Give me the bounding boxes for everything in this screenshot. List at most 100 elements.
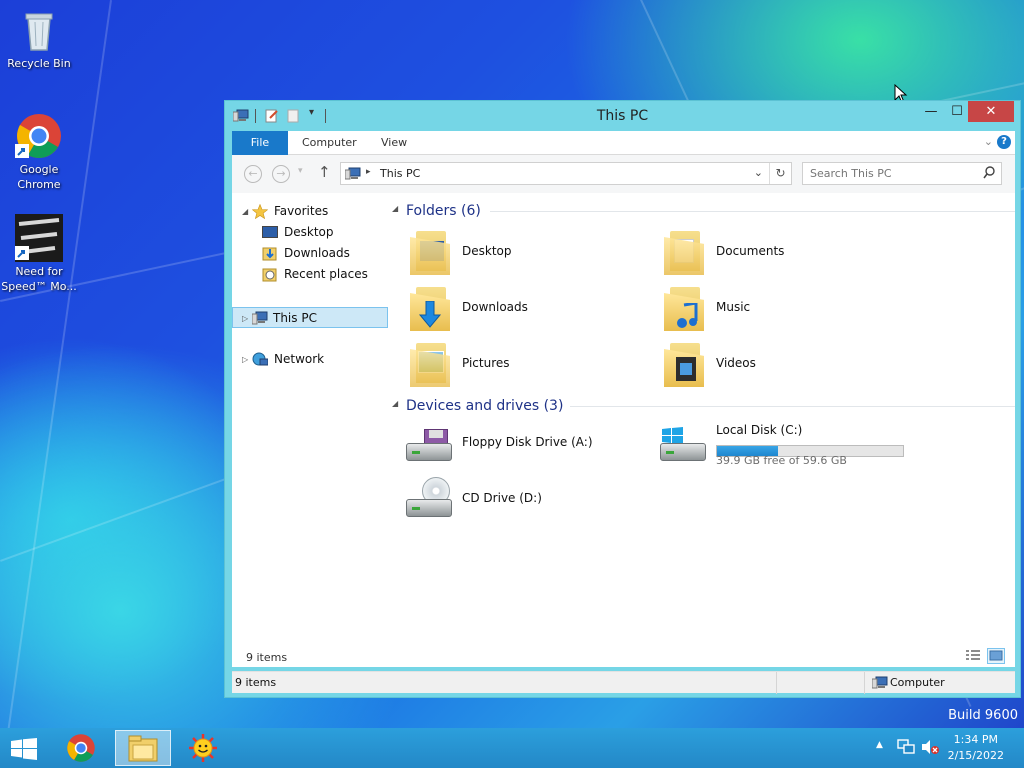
close-button[interactable]: ✕ [968, 101, 1014, 122]
up-button[interactable]: ↑ [318, 163, 331, 181]
chrome-icon [15, 112, 63, 160]
search-box[interactable] [802, 162, 1002, 185]
address-dropdown-icon[interactable]: ⌄ [754, 166, 763, 179]
folder-documents[interactable]: Documents [660, 227, 890, 277]
breadcrumb-this-pc[interactable]: This PC [380, 167, 420, 180]
drive-label: Local Disk (C:) [716, 423, 803, 437]
network-icon [252, 352, 268, 366]
expand-arrow-icon[interactable]: ▷ [242, 349, 248, 370]
downloads-folder-icon [410, 287, 450, 331]
status-bar: 9 items Computer [232, 671, 1015, 694]
local-disk-icon [660, 427, 708, 463]
expand-ribbon-icon[interactable]: ⌄ [984, 135, 993, 148]
group-divider [490, 211, 1015, 212]
recent-locations-icon[interactable]: ▾ [298, 166, 303, 176]
folder-label: Music [716, 300, 751, 314]
status-item-count: 9 items [235, 676, 277, 689]
recycle-bin-icon [15, 6, 63, 54]
desktop-icon-recycle-bin[interactable]: Recycle Bin [0, 6, 78, 71]
drive-local-disk-c[interactable]: Local Disk (C:) 39.9 GB free of 59.6 GB [660, 419, 920, 475]
tab-view[interactable]: View [369, 131, 419, 155]
ribbon-tabs: File Computer View ⌄ ? [232, 131, 1015, 155]
build-watermark: Build 9600 [948, 708, 1018, 723]
volume-muted-icon[interactable] [921, 739, 939, 755]
favorites-star-icon [252, 204, 268, 219]
group-heading-folders[interactable]: Folders (6) [406, 201, 481, 221]
sun-face-icon [189, 734, 217, 762]
system-clock[interactable]: 1:34 PM 2/15/2022 [948, 732, 1004, 764]
explorer-window[interactable]: ▾ This PC — ☐ ✕ File Computer View ⌄ ? ←… [224, 100, 1021, 698]
taskbar-chrome[interactable] [54, 730, 110, 766]
folder-label: Desktop [462, 244, 512, 258]
address-bar[interactable]: ▸ This PC ⌄ ↻ [340, 162, 792, 185]
tab-computer[interactable]: Computer [290, 131, 369, 155]
group-collapse-icon[interactable]: ◢ [392, 399, 398, 408]
help-icon[interactable]: ? [997, 135, 1011, 149]
folder-desktop[interactable]: Desktop [406, 227, 636, 277]
file-list: ◢ Folders (6) Desktop Documents Download… [392, 193, 1015, 667]
recent-places-icon [262, 268, 277, 282]
nav-network[interactable]: ▷ Network [232, 349, 392, 370]
clock-time: 1:34 PM [953, 733, 998, 746]
group-collapse-icon[interactable]: ◢ [392, 204, 398, 213]
expand-arrow-icon[interactable]: ▷ [242, 308, 248, 329]
chrome-icon [67, 734, 95, 762]
folder-downloads[interactable]: Downloads [406, 283, 636, 333]
folder-videos[interactable]: Videos [660, 339, 890, 389]
start-button[interactable] [0, 730, 48, 766]
group-heading-devices[interactable]: Devices and drives (3) [406, 396, 563, 416]
window-title: This PC [596, 108, 649, 124]
desktop-icon-google-chrome[interactable]: Google Chrome [0, 112, 78, 192]
nav-favorite-recent-places[interactable]: Recent places [232, 264, 392, 285]
tab-file[interactable]: File [232, 131, 288, 155]
navigation-bar: ← → ▾ ↑ ▸ This PC ⌄ ↻ [232, 155, 1015, 193]
group-divider [570, 406, 1015, 407]
nav-favorites[interactable]: ◢ Favorites [232, 201, 392, 222]
taskbar-file-explorer[interactable] [115, 730, 171, 766]
large-icons-view-icon[interactable] [987, 648, 1005, 664]
disk-free-space: 39.9 GB free of 59.6 GB [716, 454, 847, 467]
this-pc-icon [252, 311, 268, 325]
drive-cd[interactable]: CD Drive (D:) [406, 475, 646, 525]
folder-label: Downloads [462, 300, 528, 314]
drive-floppy[interactable]: Floppy Disk Drive (A:) [406, 419, 646, 469]
desktop-icon-need-for-speed[interactable]: Need for Speed™ Mo... [0, 214, 78, 294]
desktop-icon-label: Recycle Bin [7, 57, 71, 70]
drive-label: Floppy Disk Drive (A:) [462, 435, 593, 449]
back-button[interactable]: ← [244, 165, 262, 183]
folder-music[interactable]: Music [660, 283, 890, 333]
network-tray-icon[interactable] [897, 739, 915, 755]
taskbar-sun-app[interactable] [176, 730, 232, 766]
search-input[interactable] [810, 167, 970, 180]
folder-pictures[interactable]: Pictures [406, 339, 636, 389]
game-icon [15, 214, 63, 262]
documents-folder-icon [664, 231, 704, 275]
refresh-icon[interactable]: ↻ [769, 163, 791, 184]
clock-date: 2/15/2022 [947, 749, 1004, 762]
forward-button[interactable]: → [272, 165, 290, 183]
nav-this-pc[interactable]: ▷ This PC [232, 307, 388, 328]
collapse-arrow-icon[interactable]: ◢ [242, 201, 248, 222]
this-pc-small-icon [345, 167, 361, 180]
videos-folder-icon [664, 343, 704, 387]
item-count-bar: 9 items [232, 647, 1015, 667]
item-count: 9 items [246, 651, 288, 664]
details-view-icon[interactable] [965, 649, 981, 666]
show-hidden-icons-icon[interactable]: ▲ [876, 740, 883, 750]
title-bar[interactable]: ▾ This PC — ☐ ✕ [225, 101, 1020, 131]
breadcrumb-separator-icon[interactable]: ▸ [366, 167, 371, 177]
navigation-pane: ◢ Favorites Desktop Downloads Recent pla… [232, 193, 392, 667]
windows-logo-icon [11, 738, 37, 760]
nav-item-label: Desktop [284, 225, 334, 239]
nav-favorite-desktop[interactable]: Desktop [232, 222, 392, 243]
search-icon[interactable] [983, 166, 995, 183]
nav-item-label: Network [274, 352, 325, 366]
folder-label: Videos [716, 356, 756, 370]
nav-favorite-downloads[interactable]: Downloads [232, 243, 392, 264]
desktop-folder-icon [410, 231, 450, 275]
maximize-button[interactable]: ☐ [944, 101, 970, 122]
drive-label: CD Drive (D:) [462, 491, 542, 505]
music-folder-icon [664, 287, 704, 331]
minimize-button[interactable]: — [918, 101, 944, 122]
nav-item-label: Recent places [284, 267, 368, 281]
